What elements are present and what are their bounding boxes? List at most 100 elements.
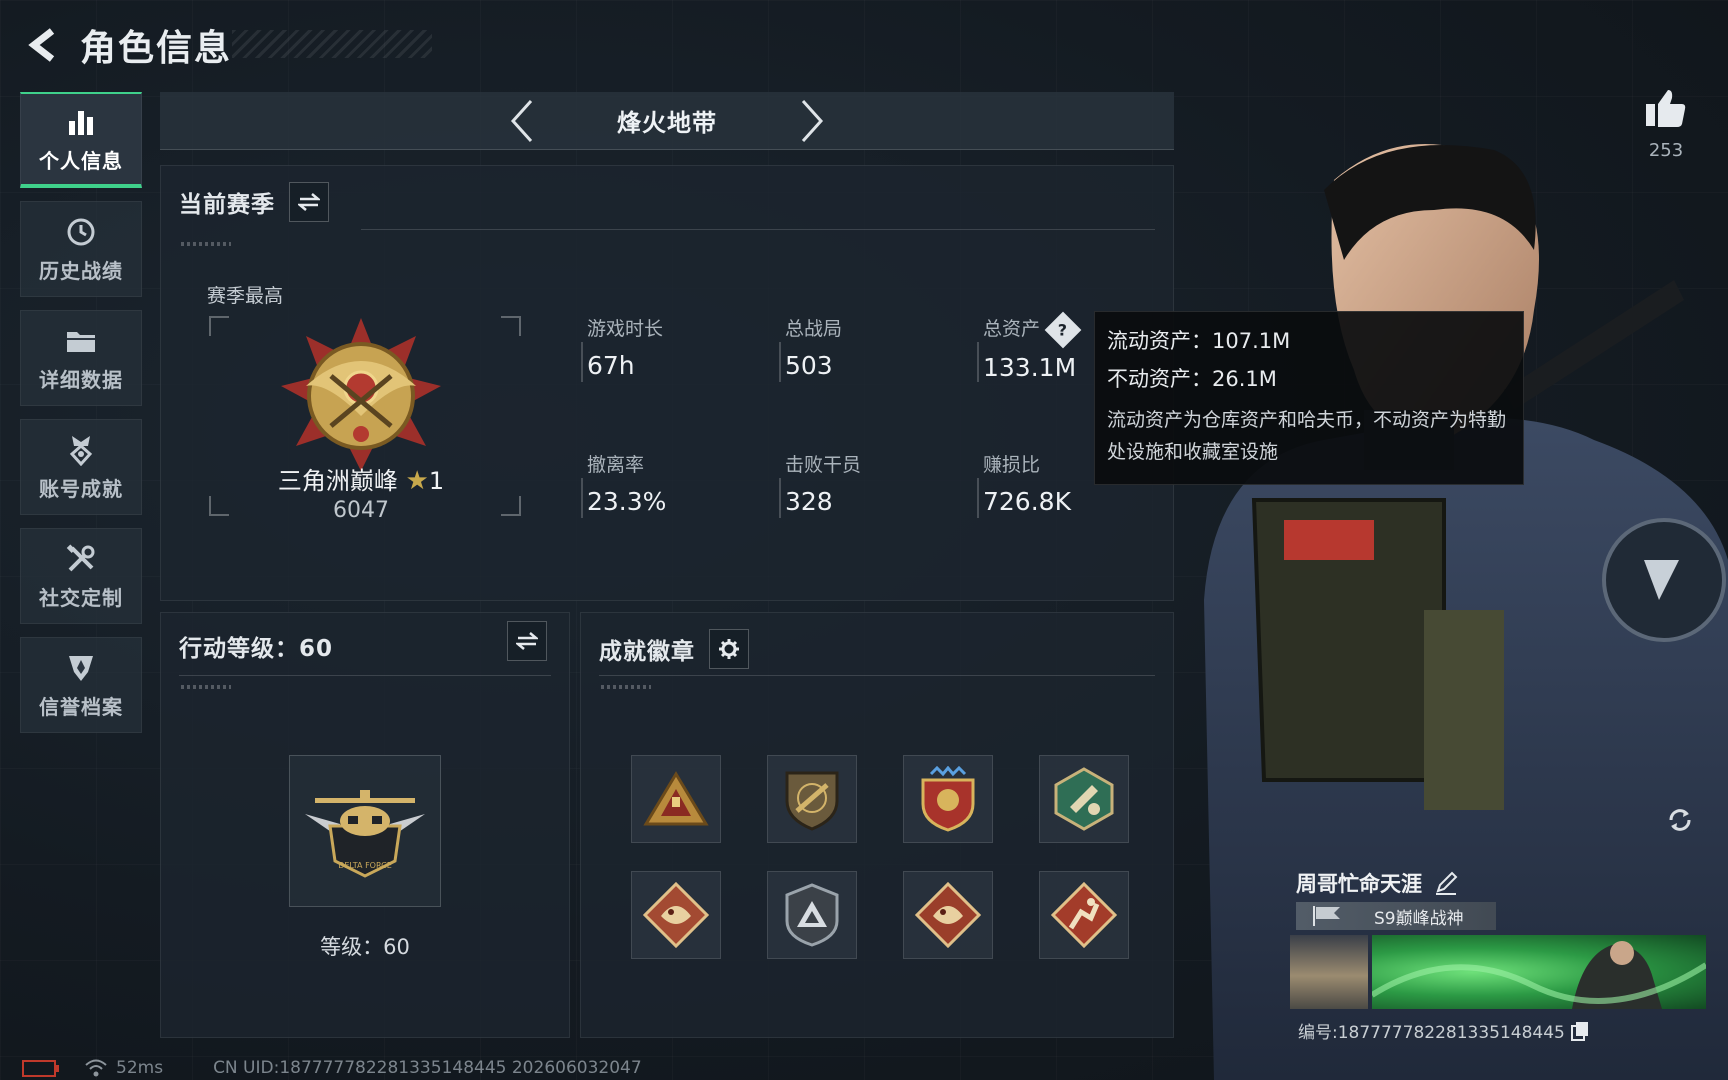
tick-decoration (181, 242, 231, 246)
edit-pencil-icon[interactable] (1434, 871, 1458, 895)
dragon-diamond-badge-icon (643, 882, 709, 948)
stat-value: 503 (785, 351, 833, 380)
achievement-badge[interactable] (1039, 755, 1129, 843)
battery-icon (22, 1060, 59, 1077)
rifle-shield-badge-icon (785, 771, 839, 831)
delta-shield-badge-icon (785, 883, 839, 947)
stat-play-time: 游戏时长 67h (581, 314, 664, 382)
player-name-row: 周哥忙命天涯 (1296, 868, 1458, 898)
frame-corner (501, 316, 521, 336)
rank-name: 三角洲巅峰 ★1 (161, 461, 561, 496)
nav-item-social-custom[interactable]: 社交定制 (20, 528, 142, 624)
tooltip-description: 流动资产为仓库资产和哈夫币，不动资产为特勤处设施和收藏室设施 (1107, 409, 1507, 463)
dragon-diamond-badge-icon (915, 882, 981, 948)
stat-extract-rate: 撤离率 23.3% (581, 450, 666, 518)
helicopter-badge-icon: DELTA FORCE (305, 790, 425, 878)
page-title: 角色信息 (80, 28, 233, 69)
like-count: 253 (1648, 140, 1684, 161)
stat-label: 击败干员 (785, 454, 862, 476)
stat-value: 726.8K (983, 487, 1071, 516)
stat-bar (779, 478, 781, 518)
tooltip-fixed-assets: 不动资产：26.1M (1107, 367, 1277, 391)
level-panel-header: 行动等级：60 (179, 629, 333, 663)
stat-label: 游戏时长 (587, 318, 664, 340)
gear-icon (719, 639, 739, 659)
stat-label: 总资产? (983, 311, 1082, 348)
frame-corner (209, 316, 229, 336)
nav-item-detail-data[interactable]: 详细数据 (20, 310, 142, 406)
flag-icon (1313, 906, 1340, 926)
stat-profit-ratio: 赚损比 726.8K (977, 450, 1071, 518)
avatar-thumbnail[interactable] (1290, 935, 1368, 1009)
season-best-label: 赛季最高 (207, 285, 284, 307)
divider (361, 229, 1155, 230)
nav-item-achievements[interactable]: 账号成就 (20, 419, 142, 515)
star-icon: ★ (405, 466, 429, 496)
divider (599, 675, 1155, 676)
back-arrow-icon (28, 28, 55, 62)
level-switch-button[interactable] (507, 621, 547, 661)
rotate-icon (1669, 809, 1691, 831)
season-switch-button[interactable] (289, 182, 329, 222)
mode-next-button[interactable] (792, 96, 832, 146)
achievement-badge[interactable] (631, 871, 721, 959)
like-button[interactable]: 253 (1640, 86, 1692, 161)
nav-label: 社交定制 (39, 585, 123, 610)
stat-bar (977, 342, 979, 382)
folder-icon (62, 324, 100, 358)
mode-prev-button[interactable] (502, 96, 542, 146)
player-title-text: S9巅峰战神 (1374, 908, 1464, 929)
stat-label: 撤离率 (587, 454, 645, 476)
player-title-plate[interactable]: S9巅峰战神 (1296, 902, 1496, 930)
level-text: 等级：60 (320, 935, 410, 959)
tick-decoration (181, 685, 231, 689)
badges-panel-header: 成就徽章 (599, 629, 749, 669)
copy-icon[interactable] (1570, 1021, 1589, 1041)
rank-stars: 1 (428, 467, 445, 495)
rank-score: 6047 (333, 498, 389, 523)
level-title: 行动等级：60 (179, 636, 334, 662)
chevron-right-icon (801, 99, 824, 142)
nav-label: 历史战绩 (39, 258, 123, 283)
achievement-badge[interactable] (1039, 871, 1129, 959)
network-ping: 52ms (116, 1058, 164, 1078)
mode-title: 烽火地带 (617, 109, 717, 137)
stat-kills: 击败干员 328 (779, 450, 862, 518)
help-icon[interactable]: ? (1044, 311, 1082, 348)
badges-title: 成就徽章 (599, 639, 695, 665)
stat-bar (779, 342, 781, 382)
nav-item-reputation[interactable]: 信誉档案 (20, 637, 142, 733)
uid-line: CN UID:1877777822813351484​45 2026060320… (213, 1058, 642, 1078)
player-name: 周哥忙命天涯 (1296, 872, 1422, 896)
mode-selector: 烽火地带 (160, 92, 1174, 150)
achievement-badge[interactable] (767, 755, 857, 843)
achievement-badge[interactable] (903, 871, 993, 959)
stat-value: 328 (785, 487, 833, 516)
nav-item-personal-info[interactable]: 个人信息 (20, 92, 142, 188)
achievement-badge[interactable] (903, 755, 993, 843)
nav-item-history[interactable]: 历史战绩 (20, 201, 142, 297)
level-emblem-frame: DELTA FORCE (289, 755, 441, 907)
back-button[interactable] (22, 23, 66, 67)
name-card-banner[interactable] (1372, 935, 1706, 1009)
tools-icon (62, 542, 100, 576)
title-stripe-decoration (232, 30, 432, 58)
rotate-model-button[interactable] (1660, 800, 1700, 840)
wifi-icon (85, 1059, 107, 1077)
stat-label: 总战局 (785, 318, 843, 340)
shield-icon (62, 651, 100, 685)
season-title: 当前赛季 (179, 192, 275, 218)
stat-value: 133.1M (983, 352, 1077, 382)
stat-value: 67h (587, 351, 635, 380)
achievement-badge[interactable] (631, 755, 721, 843)
badges-settings-button[interactable] (709, 629, 749, 669)
swap-icon (516, 632, 538, 650)
stat-bar (581, 342, 583, 382)
achievement-badge[interactable] (767, 871, 857, 959)
player-id: 编号:18777778228133514844​5 (1298, 1023, 1565, 1043)
season-panel: 当前赛季 赛季最高 三角洲巅峰 ★1 6047 游戏时长 67h 总战局 503… (160, 165, 1174, 601)
divider (179, 675, 551, 676)
hex-emblem-badge-icon (1054, 767, 1114, 831)
medal-icon (62, 433, 100, 467)
tooltip-liquid-assets: 流动资产：107.1M (1107, 329, 1291, 353)
